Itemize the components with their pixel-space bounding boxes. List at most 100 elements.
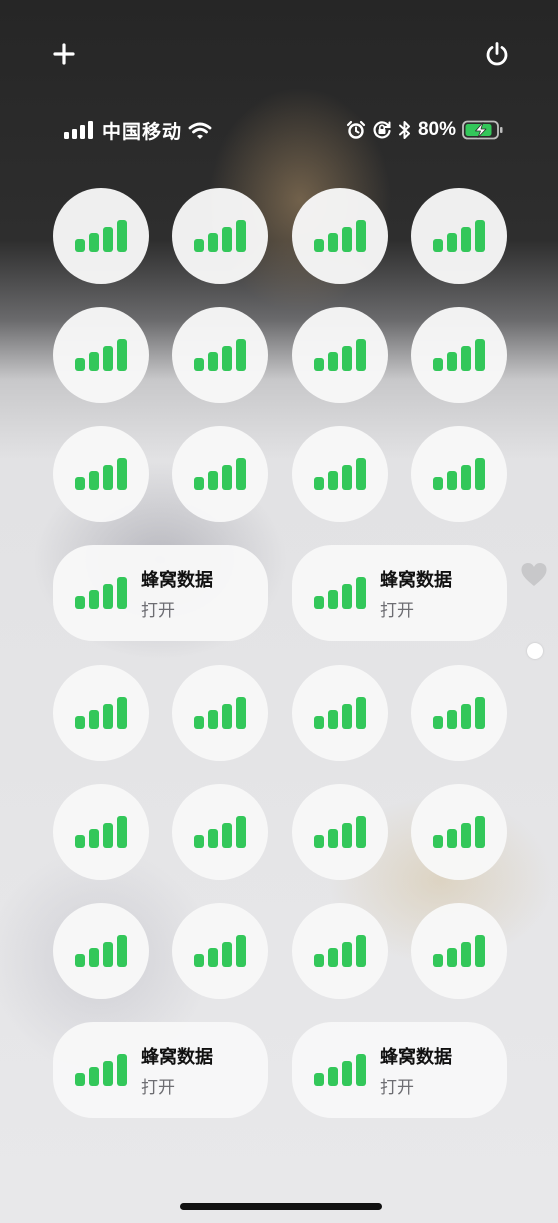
signal-bar (342, 227, 352, 252)
heart-icon (521, 563, 547, 586)
cellular-data-toggle[interactable] (292, 307, 388, 403)
signal-bar (356, 458, 366, 490)
add-control-button[interactable] (44, 34, 84, 74)
cellular-data-toggle[interactable] (292, 426, 388, 522)
signal-bar (103, 465, 113, 490)
toggle-title: 蜂窝数据 (141, 569, 213, 590)
signal-bar (342, 1061, 352, 1086)
signal-bar (117, 220, 127, 252)
signal-bar (103, 584, 113, 609)
cellular-data-toggle[interactable] (411, 665, 507, 761)
toggle-title: 蜂窝数据 (380, 1046, 452, 1067)
cellular-data-toggle[interactable] (292, 784, 388, 880)
cellular-signal-icon (314, 339, 366, 371)
power-button[interactable] (477, 34, 517, 74)
cellular-signal-icon (433, 220, 485, 252)
cellular-data-toggle[interactable] (292, 665, 388, 761)
cellular-data-toggle[interactable] (411, 903, 507, 999)
home-indicator[interactable] (180, 1203, 382, 1210)
page-indicator-page-1[interactable] (520, 562, 548, 593)
signal-bar (433, 716, 443, 729)
signal-bar (475, 458, 485, 490)
signal-bar (117, 577, 127, 609)
alarm-icon (346, 120, 366, 139)
cellular-data-toggle-large[interactable]: 蜂窝数据 打开 (292, 1022, 507, 1118)
cellular-signal-icon (433, 458, 485, 490)
signal-bar (89, 710, 99, 729)
signal-bar (117, 697, 127, 729)
cellular-data-toggle[interactable] (411, 307, 507, 403)
signal-bar (103, 227, 113, 252)
cellular-signal-icon (75, 697, 127, 729)
cellular-data-toggle[interactable] (172, 665, 268, 761)
cellular-data-toggle-large[interactable]: 蜂窝数据 打开 (53, 1022, 268, 1118)
signal-bar (328, 1067, 338, 1086)
cellular-signal-icon (194, 220, 246, 252)
signal-bar (328, 829, 338, 848)
cellular-data-toggle[interactable] (172, 188, 268, 284)
cellular-signal-icon (314, 935, 366, 967)
cellular-signal-icon (314, 697, 366, 729)
cellular-signal-icon (314, 458, 366, 490)
cellular-data-toggle[interactable] (172, 426, 268, 522)
cellular-data-toggle[interactable] (172, 307, 268, 403)
signal-bar (433, 358, 443, 371)
signal-bar (194, 477, 204, 490)
signal-bar (461, 823, 471, 848)
signal-bar (236, 697, 246, 729)
page-indicator-page-2[interactable] (527, 643, 543, 659)
signal-bar (356, 339, 366, 371)
cellular-data-toggle[interactable] (292, 188, 388, 284)
signal-bar (89, 352, 99, 371)
cellular-data-toggle[interactable] (53, 307, 149, 403)
carrier-name: 中国移动 (102, 121, 183, 143)
battery-percentage: 80% (417, 119, 456, 140)
cellular-signal-icon (75, 1054, 127, 1086)
signal-bar (117, 458, 127, 490)
signal-bar (433, 239, 443, 252)
signal-bar (342, 942, 352, 967)
cellular-signal-icon (75, 458, 127, 490)
cellular-signal-icon (75, 577, 127, 609)
signal-bar (475, 935, 485, 967)
signal-bar (194, 835, 204, 848)
signal-bar (314, 358, 324, 371)
signal-bar (117, 935, 127, 967)
signal-bar (356, 577, 366, 609)
signal-bar (328, 710, 338, 729)
cellular-data-toggle[interactable] (53, 188, 149, 284)
cellular-data-toggle[interactable] (411, 188, 507, 284)
signal-bar (461, 227, 471, 252)
cellular-data-toggle[interactable] (53, 665, 149, 761)
cellular-data-toggle-large[interactable]: 蜂窝数据 打开 (292, 545, 507, 641)
toggle-title: 蜂窝数据 (380, 569, 452, 590)
signal-bar (89, 471, 99, 490)
signal-bar (461, 704, 471, 729)
signal-bar (208, 829, 218, 848)
signal-bar (342, 346, 352, 371)
signal-bar (475, 339, 485, 371)
signal-bar (103, 823, 113, 848)
cellular-data-toggle[interactable] (292, 903, 388, 999)
signal-bar (236, 339, 246, 371)
cellular-signal-icon (194, 935, 246, 967)
cellular-data-toggle[interactable] (411, 784, 507, 880)
cellular-data-toggle[interactable] (172, 784, 268, 880)
signal-bar (194, 954, 204, 967)
cellular-signal-icon (433, 935, 485, 967)
cellular-data-toggle-large[interactable]: 蜂窝数据 打开 (53, 545, 268, 641)
cellular-data-toggle[interactable] (172, 903, 268, 999)
cellular-data-toggle[interactable] (53, 903, 149, 999)
signal-bar (222, 823, 232, 848)
cellular-data-toggle[interactable] (53, 426, 149, 522)
signal-bar (356, 935, 366, 967)
cellular-data-toggle[interactable] (411, 426, 507, 522)
signal-bar (75, 1073, 85, 1086)
signal-bar (89, 233, 99, 252)
cellular-signal-icon (194, 458, 246, 490)
signal-bar (447, 233, 457, 252)
cellular-data-toggle[interactable] (53, 784, 149, 880)
signal-bar (475, 816, 485, 848)
cellular-signal-icon (314, 1054, 366, 1086)
signal-bar (314, 596, 324, 609)
